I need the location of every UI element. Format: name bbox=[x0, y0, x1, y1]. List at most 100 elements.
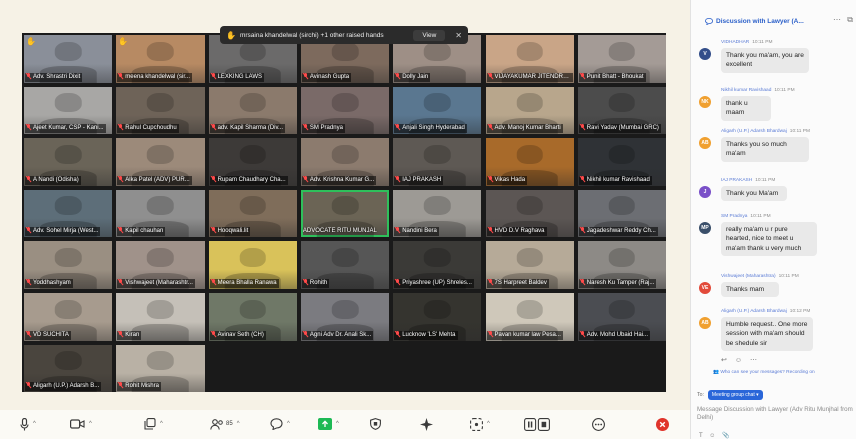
participant-tile[interactable]: Avinav Seth (CH) bbox=[208, 293, 297, 341]
participant-tile[interactable]: Aligarh (U.P.) Adarsh B... bbox=[24, 344, 113, 393]
participant-tile[interactable]: Adv. Manoj Kumar Bharti bbox=[485, 86, 574, 135]
participant-name-text: Priyashree (UP) Shreles... bbox=[402, 279, 472, 286]
participant-tile[interactable]: Alka Patel (ADV) PUR... bbox=[116, 138, 205, 186]
participant-tile[interactable]: Rohith bbox=[300, 241, 390, 289]
participant-tile[interactable]: ✋ meena khandelwal (sir... bbox=[116, 35, 205, 83]
end-meeting-button[interactable] bbox=[656, 416, 669, 432]
chevron-up-icon[interactable]: ^ bbox=[237, 421, 240, 427]
participant-tile[interactable]: adv. Kapil Sharma (Div... bbox=[208, 86, 297, 135]
chat-title[interactable]: Discussion with Lawyer (A... bbox=[716, 18, 804, 25]
emoji-icon[interactable]: ☺ bbox=[709, 433, 715, 439]
participant-tile[interactable]: Nandini Bera bbox=[393, 189, 482, 238]
participant-tile[interactable]: Anjali Singh Hyderabad bbox=[393, 86, 482, 135]
participant-tile[interactable]: Vishwajeet (Maharashtr... bbox=[116, 241, 205, 289]
participant-tile[interactable]: VD SUCHITA bbox=[24, 293, 113, 341]
participant-tile[interactable]: SM Pradnya bbox=[300, 86, 390, 135]
participant-tile[interactable]: Yoddhashyam bbox=[24, 241, 113, 289]
participant-name: Punit Bhatt - Bhoukat bbox=[578, 72, 646, 82]
participant-name-text: Adv. Shrastri Dixit bbox=[33, 73, 81, 80]
participant-name: Aligarh (U.P.) Adarsh B... bbox=[25, 382, 102, 392]
participant-name: IAJ PRAKASH bbox=[394, 175, 444, 185]
participant-name: VIJAYAKUMAR JITENDRA... bbox=[486, 72, 573, 82]
chevron-up-icon[interactable]: ^ bbox=[160, 421, 163, 427]
participant-tile[interactable]: Kiran bbox=[116, 293, 205, 341]
message-input[interactable] bbox=[697, 406, 853, 430]
participant-tile[interactable]: Naresh Ku Tamper (Raj... bbox=[577, 241, 667, 289]
participant-tile[interactable]: 7S Harpreet Baldev bbox=[485, 241, 574, 289]
participant-video bbox=[147, 93, 174, 113]
audio-button[interactable]: ^ bbox=[20, 416, 36, 432]
chat-button[interactable]: ^ bbox=[270, 416, 290, 432]
share-screen-button[interactable]: ^ bbox=[318, 416, 339, 432]
participant-tile[interactable]: Vikas Hada bbox=[485, 138, 574, 186]
view-raised-hands-button[interactable]: View bbox=[413, 29, 446, 41]
chat-header: Discussion with Lawyer (A... ⋯ ⧉ bbox=[691, 13, 856, 29]
participant-video bbox=[331, 144, 359, 164]
muted-mic-icon bbox=[488, 72, 493, 79]
visibility-notice[interactable]: 👥 Who can see your messages? Recording o… bbox=[713, 370, 815, 375]
participant-tile[interactable]: Agni Adv Dr. Anali Sk... bbox=[300, 293, 390, 341]
muted-mic-icon bbox=[488, 227, 493, 233]
meeting-toolbar: ^ ^ ^ 85 ^ ^ ^ ^ bbox=[0, 410, 690, 439]
participant-name: VD SUCHITA bbox=[25, 330, 71, 340]
participant-tile[interactable]: VIJAYAKUMAR JITENDRA... bbox=[485, 35, 574, 83]
participant-tile[interactable]: Rohit Mishra bbox=[116, 344, 205, 393]
participant-tile[interactable]: Adv. Mohd Ubaid Hai... bbox=[577, 293, 667, 341]
participant-tile[interactable]: Ravi Yadav (Mumbai GRC) bbox=[577, 86, 667, 135]
participant-tile[interactable]: Ajeet Kumar, CSP - Kani... bbox=[24, 86, 113, 135]
participant-name-text: Lucknow 'LS' Mehta bbox=[402, 331, 456, 338]
participant-tile[interactable]: Adv. Sohel Mirja (West... bbox=[24, 189, 113, 238]
participant-video bbox=[147, 144, 174, 164]
sender-name: SM Pradnya bbox=[721, 214, 748, 219]
security-shield-button[interactable] bbox=[370, 416, 381, 432]
recipient-select[interactable]: Meeting group chat ▾ bbox=[707, 390, 763, 400]
chevron-up-icon[interactable]: ^ bbox=[89, 421, 92, 427]
message-bubble: Humble request.. One more session with m… bbox=[721, 317, 813, 352]
attach-icon[interactable]: 📎 bbox=[722, 433, 729, 439]
muted-mic-icon bbox=[303, 175, 308, 182]
muted-mic-icon bbox=[303, 124, 308, 130]
apps-icon bbox=[470, 417, 483, 431]
ai-companion-button[interactable] bbox=[420, 416, 433, 432]
participant-tile[interactable]: Priyashree (UP) Shreles... bbox=[393, 241, 482, 289]
more-icon[interactable]: ⋯ bbox=[750, 357, 757, 364]
participant-tile[interactable]: HVD D.V Raghava bbox=[485, 189, 574, 238]
participant-tile[interactable]: Hooqwali.lit bbox=[208, 189, 297, 238]
participant-tile[interactable]: Lucknow 'LS' Mehta bbox=[393, 293, 482, 341]
apps-button[interactable]: ^ bbox=[470, 416, 490, 432]
participant-tile[interactable]: ADVOCATE RITU MUNJAL bbox=[300, 189, 390, 238]
emoji-icon[interactable]: ☺ bbox=[735, 357, 742, 364]
chevron-up-icon[interactable]: ^ bbox=[336, 421, 339, 427]
participant-tile[interactable]: A Nandi (Odisha) bbox=[24, 138, 113, 186]
reply-icon[interactable]: ↩ bbox=[721, 357, 727, 364]
participant-tile[interactable]: ✋ Adv. Shrastri Dixit bbox=[24, 35, 113, 83]
participant-name: Vishwajeet (Maharashtr... bbox=[117, 278, 195, 288]
participant-tile[interactable]: IAJ PRAKASH bbox=[393, 138, 482, 186]
participant-tile[interactable]: Nikhil kumar Ravishaad bbox=[577, 138, 667, 186]
participant-tile[interactable]: Adv. Krishna Kumar G... bbox=[300, 138, 390, 186]
security-button[interactable]: ^ bbox=[144, 416, 163, 432]
format-icon[interactable]: T bbox=[699, 433, 703, 439]
chevron-up-icon[interactable]: ^ bbox=[33, 421, 36, 427]
participant-tile[interactable]: Kapil chauhan bbox=[116, 189, 205, 238]
participant-tile[interactable]: Punit Bhatt - Bhoukat bbox=[577, 35, 667, 83]
record-button[interactable] bbox=[524, 416, 550, 432]
participant-tile[interactable]: Jagadeshwar Reddy Ch... bbox=[577, 189, 667, 238]
muted-mic-icon bbox=[395, 124, 400, 130]
participant-name: Avinash Gupta bbox=[301, 72, 352, 82]
chevron-up-icon[interactable]: ^ bbox=[287, 421, 290, 427]
participant-name: HVD D.V Raghava bbox=[486, 227, 547, 237]
chevron-up-icon[interactable]: ^ bbox=[487, 421, 490, 427]
reactions-button[interactable] bbox=[592, 416, 605, 432]
participant-tile[interactable]: Pavan kumar law Pesa... bbox=[485, 293, 574, 341]
popout-icon[interactable]: ⧉ bbox=[847, 15, 853, 25]
video-button[interactable]: ^ bbox=[70, 416, 92, 432]
participant-name: Priyashree (UP) Shreles... bbox=[394, 278, 474, 288]
participants-button[interactable]: 85 ^ bbox=[210, 416, 240, 432]
participant-tile[interactable]: Meera Bhalla Ranawa bbox=[208, 241, 297, 289]
participant-tile[interactable]: Rupam Chaudhary Cha... bbox=[208, 138, 297, 186]
more-options-icon[interactable]: ⋯ bbox=[833, 15, 841, 24]
muted-mic-icon bbox=[118, 227, 123, 233]
participant-tile[interactable]: Rahul Cupchoudhu bbox=[116, 86, 205, 135]
close-icon[interactable]: ✕ bbox=[455, 31, 462, 40]
